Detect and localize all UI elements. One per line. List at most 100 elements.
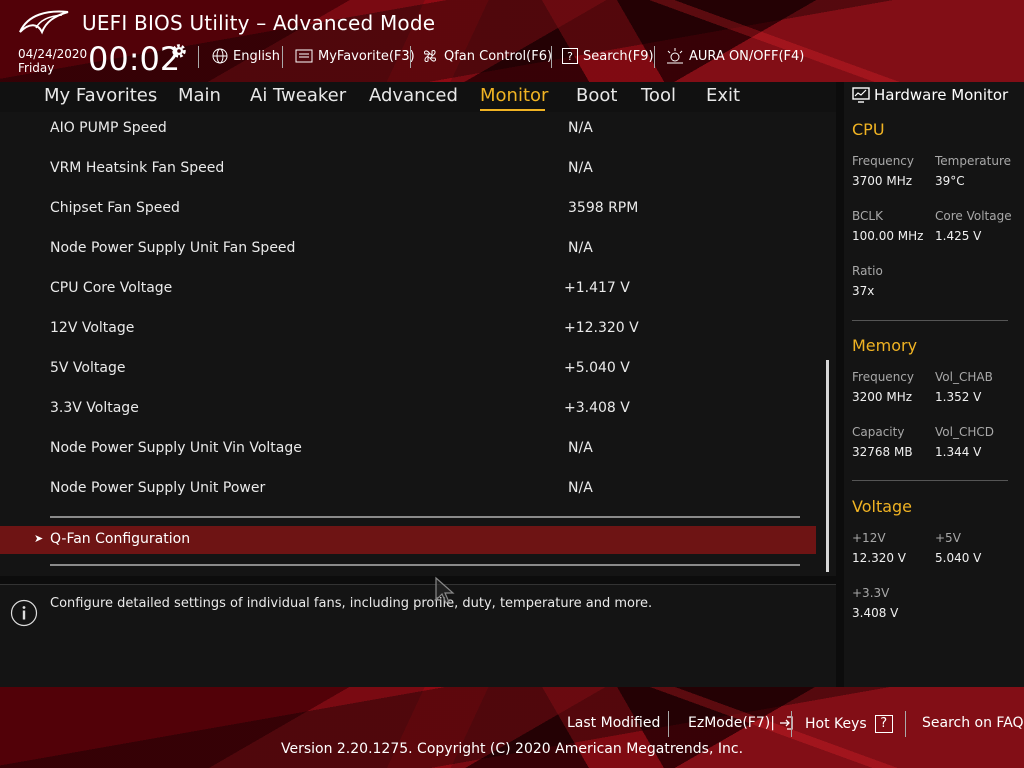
ezmode-button[interactable]: EzMode(F7)| (688, 715, 793, 731)
memory-heading: Memory (852, 336, 918, 355)
memory-frequency-value: 3200 MHz (852, 390, 913, 404)
tab-ai-tweaker[interactable]: Ai Tweaker (250, 85, 346, 106)
tab-exit[interactable]: Exit (706, 85, 740, 106)
search-label: Search(F9) (583, 48, 654, 64)
header-separator (551, 46, 552, 68)
hot-keys-label: Hot Keys (805, 716, 867, 732)
v5-value: 5.040 V (935, 551, 982, 565)
header-separator (410, 46, 411, 68)
scrollbar[interactable] (826, 360, 829, 572)
tab-monitor[interactable]: Monitor (480, 85, 548, 106)
list-item[interactable]: 3.3V Voltage +3.408 V (0, 392, 816, 432)
cpu-temperature-label: Temperature (935, 154, 1012, 168)
header-separator (198, 46, 199, 68)
aura-icon (667, 48, 683, 64)
fan-icon (424, 50, 436, 62)
item-value: +12.320 V (564, 320, 639, 336)
help-text: Configure detailed settings of individua… (50, 596, 653, 611)
search-button[interactable]: ? Search(F9) (562, 46, 654, 66)
submenu-label: Q-Fan Configuration (50, 531, 191, 547)
section-divider (852, 480, 1008, 481)
language-button[interactable]: English (212, 46, 280, 66)
item-value: N/A (568, 160, 593, 176)
item-label: VRM Heatsink Fan Speed (50, 160, 225, 176)
list-item[interactable]: Chipset Fan Speed 3598 RPM (0, 192, 816, 232)
cpu-core-voltage-label: Core Voltage (935, 209, 1012, 223)
item-value: 3598 RPM (568, 200, 639, 216)
list-item[interactable]: Node Power Supply Unit Power N/A (0, 472, 816, 512)
date-display: 04/24/2020 (18, 47, 88, 61)
info-icon (10, 599, 38, 627)
list-item[interactable]: 12V Voltage +12.320 V (0, 312, 816, 352)
list-item[interactable]: VRM Heatsink Fan Speed N/A (0, 152, 816, 192)
list-item[interactable]: AIO PUMP Speed N/A (0, 112, 816, 152)
footer-separator (791, 711, 792, 737)
footer-separator (905, 711, 906, 737)
vol-chab-value: 1.352 V (935, 390, 982, 404)
list-item[interactable]: Node Power Supply Unit Fan Speed N/A (0, 232, 816, 272)
copyright-text: Version 2.20.1275. Copyright (C) 2020 Am… (280, 741, 744, 757)
item-label: Node Power Supply Unit Fan Speed (50, 240, 296, 256)
header-separator (654, 46, 655, 68)
search-faq-button[interactable]: Search on FAQ (922, 715, 1024, 731)
submenu-arrow-icon: ➤ (34, 532, 44, 545)
search-icon: ? (562, 48, 578, 64)
qfan-control-button[interactable]: Qfan Control(F6) (421, 46, 552, 66)
footer-separator (668, 711, 669, 737)
monitor-list: AIO PUMP Speed N/A VRM Heatsink Fan Spee… (0, 112, 836, 576)
aura-toggle-button[interactable]: AURA ON/OFF(F4) (666, 46, 804, 66)
list-item[interactable]: 5V Voltage +5.040 V (0, 352, 816, 392)
active-tab-underline (480, 109, 545, 111)
search-faq-label: Search on FAQ (922, 715, 1024, 731)
cpu-core-voltage-value: 1.425 V (935, 229, 982, 243)
app-title: UEFI BIOS Utility – Advanced Mode (82, 11, 436, 35)
vol-chab-label: Vol_CHAB (935, 370, 993, 384)
hardware-monitor-panel: Hardware Monitor CPU Frequency 3700 MHz … (844, 82, 1024, 687)
list-item[interactable]: Node Power Supply Unit Vin Voltage N/A (0, 432, 816, 472)
list-divider (50, 516, 800, 518)
memory-capacity-label: Capacity (852, 425, 905, 439)
header: UEFI BIOS Utility – Advanced Mode 04/24/… (0, 0, 1024, 82)
item-value: +5.040 V (564, 360, 630, 376)
mouse-cursor-icon (435, 576, 455, 604)
ezmode-label: EzMode(F7)| (688, 715, 775, 731)
cpu-ratio-value: 37x (852, 284, 875, 298)
cpu-heading: CPU (852, 120, 885, 139)
tab-main[interactable]: Main (178, 85, 221, 106)
tab-advanced[interactable]: Advanced (369, 85, 458, 106)
qfan-configuration-submenu[interactable]: ➤ Q-Fan Configuration (0, 526, 816, 554)
list-divider (50, 564, 800, 566)
favorite-icon (295, 49, 313, 63)
item-value: +1.417 V (564, 280, 630, 296)
tab-my-favorites[interactable]: My Favorites (44, 85, 157, 106)
svg-text:?: ? (567, 50, 573, 63)
item-label: CPU Core Voltage (50, 280, 173, 296)
item-label: Chipset Fan Speed (50, 200, 180, 216)
hardware-monitor-label: Hardware Monitor (874, 86, 1009, 104)
v12-label: +12V (852, 531, 886, 545)
cpu-frequency-label: Frequency (852, 154, 914, 168)
v12-value: 12.320 V (852, 551, 907, 565)
item-value: N/A (568, 440, 593, 456)
myfavorite-button[interactable]: MyFavorite(F3) (295, 46, 415, 66)
qfan-control-label: Qfan Control(F6) (444, 48, 553, 64)
cpu-bclk-label: BCLK (852, 209, 883, 223)
vol-chcd-label: Vol_CHCD (935, 425, 994, 439)
gear-icon[interactable] (170, 42, 188, 60)
tab-tool[interactable]: Tool (641, 85, 676, 106)
header-separator (282, 46, 283, 68)
memory-frequency-label: Frequency (852, 370, 914, 384)
help-key-icon: ? (874, 715, 893, 733)
item-label: 12V Voltage (50, 320, 135, 336)
memory-capacity-value: 32768 MB (852, 445, 913, 459)
myfavorite-label: MyFavorite(F3) (318, 48, 415, 64)
v5-label: +5V (935, 531, 961, 545)
last-modified-button[interactable]: Last Modified (567, 715, 660, 731)
tab-boot[interactable]: Boot (576, 85, 617, 106)
hot-keys-button[interactable]: Hot Keys ? (805, 715, 893, 733)
globe-icon (212, 48, 228, 64)
cpu-bclk-value: 100.00 MHz (852, 229, 924, 243)
last-modified-label: Last Modified (567, 715, 661, 731)
list-item[interactable]: CPU Core Voltage +1.417 V (0, 272, 816, 312)
item-label: Node Power Supply Unit Vin Voltage (50, 440, 302, 456)
